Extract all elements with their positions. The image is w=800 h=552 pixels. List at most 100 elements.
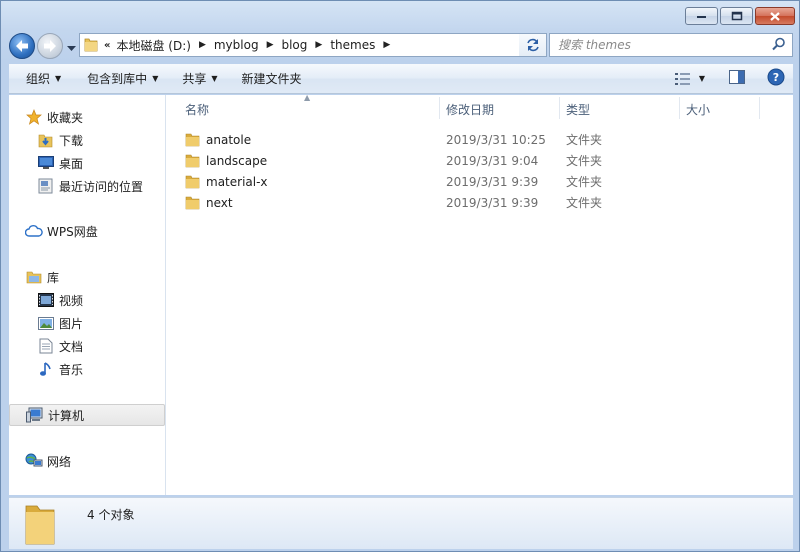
column-divider[interactable] (759, 97, 760, 119)
chevron-down-icon: ▼ (55, 74, 62, 83)
column-header-name[interactable]: 名称 (185, 101, 209, 118)
file-date: 2019/3/31 9:39 (446, 195, 539, 210)
navigation-bar: « 本地磁盘 (D:) ▶ myblog ▶ blog ▶ themes ▶ (9, 31, 793, 59)
downloads-folder-icon (37, 131, 55, 149)
nav-favorites[interactable]: 收藏夹 (25, 106, 83, 128)
table-row[interactable]: material-x 2019/3/31 9:39 文件夹 (167, 171, 793, 192)
new-folder-label: 新建文件夹 (241, 72, 302, 86)
address-bar[interactable]: « 本地磁盘 (D:) ▶ myblog ▶ blog ▶ themes ▶ (79, 33, 543, 57)
preview-pane-icon (729, 70, 745, 84)
new-folder-button[interactable]: 新建文件夹 (232, 68, 312, 90)
explorer-window: « 本地磁盘 (D:) ▶ myblog ▶ blog ▶ themes ▶ 搜… (0, 0, 800, 552)
column-header-date[interactable]: 修改日期 (446, 101, 494, 118)
folder-icon (84, 36, 98, 55)
include-in-library-label: 包含到库中 (87, 72, 148, 86)
nav-recent-places[interactable]: 最近访问的位置 (37, 175, 143, 197)
nav-network-label: 网络 (47, 454, 72, 469)
nav-documents[interactable]: 文档 (37, 335, 83, 357)
navigation-pane: 收藏夹 下载 桌面 最近访问的位置 WPS网盘 库 视频 图片 文档 音乐 计算… (9, 95, 166, 495)
file-type: 文件夹 (566, 154, 603, 168)
column-header-size[interactable]: 大小 (686, 101, 710, 118)
nav-computer[interactable]: 计算机 (9, 404, 165, 426)
library-icon (25, 268, 43, 286)
breadcrumb-separator-icon[interactable]: ▶ (267, 40, 274, 50)
chevron-down-icon: ▼ (152, 74, 159, 83)
nav-documents-label: 文档 (59, 339, 84, 354)
nav-libraries-label: 库 (47, 270, 60, 285)
table-row[interactable]: next 2019/3/31 9:39 文件夹 (167, 192, 793, 213)
recent-pages-dropdown[interactable] (67, 41, 76, 55)
chevron-down-icon (67, 46, 76, 51)
main-area: 收藏夹 下载 桌面 最近访问的位置 WPS网盘 库 视频 图片 文档 音乐 计算… (9, 93, 793, 495)
nav-computer-label: 计算机 (48, 408, 85, 423)
column-divider[interactable] (679, 97, 680, 119)
help-button[interactable]: ? (767, 68, 785, 89)
folder-icon (23, 500, 57, 549)
share-label: 共享 (182, 72, 207, 86)
view-controls: ▼ ? (674, 68, 785, 89)
nav-pictures[interactable]: 图片 (37, 312, 83, 334)
nav-videos-label: 视频 (59, 293, 84, 308)
nav-network[interactable]: 网络 (25, 450, 71, 472)
preview-pane-button[interactable] (729, 70, 745, 87)
nav-desktop[interactable]: 桌面 (37, 152, 83, 174)
breadcrumb-blog[interactable]: blog (281, 38, 307, 52)
file-date: 2019/3/31 9:39 (446, 174, 539, 189)
item-count: 4 个对象 (87, 508, 135, 522)
breadcrumb-separator-icon[interactable]: ▶ (199, 40, 206, 50)
breadcrumb-myblog[interactable]: myblog (214, 38, 259, 52)
maximize-button[interactable] (720, 7, 753, 25)
view-options-button[interactable]: ▼ (674, 72, 705, 85)
recent-places-icon (37, 177, 55, 195)
column-divider[interactable] (559, 97, 560, 119)
breadcrumb-separator-icon[interactable]: ▶ (383, 40, 390, 50)
file-type: 文件夹 (566, 196, 603, 210)
nav-music-label: 音乐 (59, 362, 84, 377)
details-view-icon (674, 72, 690, 85)
search-box[interactable] (549, 33, 793, 57)
nav-music[interactable]: 音乐 (37, 358, 83, 380)
nav-favorites-label: 收藏夹 (47, 110, 84, 125)
computer-icon (26, 406, 44, 424)
back-button[interactable] (9, 33, 35, 59)
breadcrumb-separator-icon[interactable]: ▶ (315, 40, 322, 50)
nav-libraries[interactable]: 库 (25, 266, 59, 288)
column-header-type[interactable]: 类型 (566, 101, 590, 118)
details-pane: 4 个对象 (9, 497, 793, 549)
table-row[interactable]: landscape 2019/3/31 9:04 文件夹 (167, 150, 793, 171)
sort-ascending-icon: ▲ (304, 93, 311, 102)
folder-icon (185, 174, 201, 192)
desktop-icon (37, 154, 55, 172)
table-row[interactable]: anatole 2019/3/31 10:25 文件夹 (167, 129, 793, 150)
breadcrumb-drive[interactable]: 本地磁盘 (D:) (116, 37, 190, 54)
share-button[interactable]: 共享 ▼ (172, 68, 227, 90)
column-headers: ▲ 名称 修改日期 类型 大小 (167, 93, 793, 121)
refresh-button[interactable] (519, 33, 547, 57)
maximize-icon (731, 11, 742, 21)
breadcrumb: « 本地磁盘 (D:) ▶ myblog ▶ blog ▶ themes ▶ (104, 34, 398, 56)
close-icon (770, 11, 780, 21)
minimize-button[interactable] (685, 7, 718, 25)
picture-icon (37, 314, 55, 332)
column-divider[interactable] (439, 97, 440, 119)
music-note-icon (37, 360, 55, 378)
organize-button[interactable]: 组织 ▼ (9, 68, 71, 90)
search-icon[interactable] (772, 37, 786, 54)
breadcrumb-themes[interactable]: themes (330, 38, 375, 52)
file-name: next (206, 195, 233, 210)
svg-text:?: ? (773, 71, 779, 84)
file-list: ▲ 名称 修改日期 类型 大小 anatole 2019/3/31 10:25 … (167, 93, 793, 495)
close-button[interactable] (755, 7, 795, 25)
nav-videos[interactable]: 视频 (37, 289, 83, 311)
chevron-down-icon: ▼ (211, 74, 218, 83)
search-input[interactable] (558, 35, 772, 55)
forward-button[interactable] (37, 33, 63, 59)
nav-downloads[interactable]: 下载 (37, 129, 83, 151)
help-icon: ? (767, 68, 785, 86)
nav-wps-cloud[interactable]: WPS网盘 (25, 220, 98, 242)
file-name: material-x (206, 174, 268, 189)
video-icon (37, 291, 55, 309)
file-date: 2019/3/31 9:04 (446, 153, 539, 168)
breadcrumb-overflow[interactable]: « (104, 40, 110, 51)
include-in-library-button[interactable]: 包含到库中 ▼ (77, 68, 168, 90)
